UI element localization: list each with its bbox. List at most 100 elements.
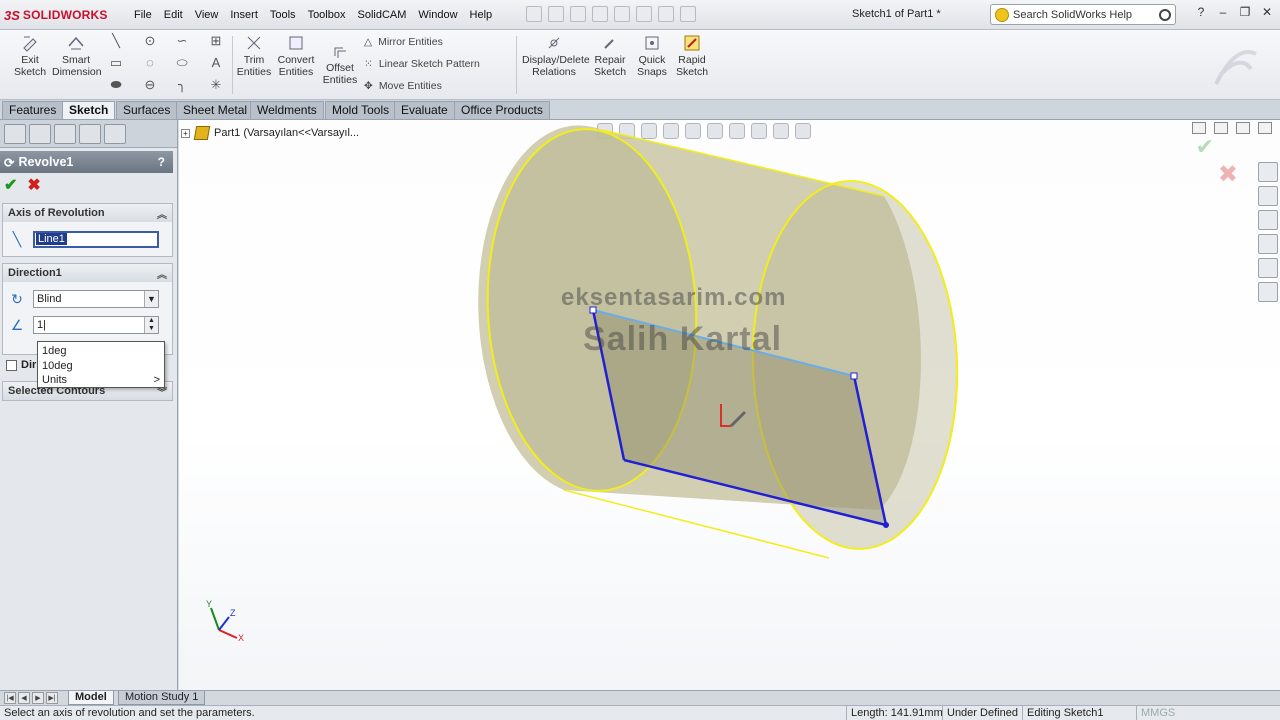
minimize-icon[interactable]: –: [1214, 5, 1232, 21]
open-icon[interactable]: [548, 6, 564, 22]
prev-tab-icon[interactable]: ◀: [18, 692, 30, 704]
line-tool-icon[interactable]: ╲: [108, 34, 124, 48]
menu-tools[interactable]: Tools: [264, 9, 302, 21]
print-icon[interactable]: [592, 6, 608, 22]
tab-sheet-metal[interactable]: Sheet Metal: [176, 101, 255, 119]
ok-cancel-row: ✔ ✖: [0, 173, 177, 197]
sketch-endpoint[interactable]: [850, 372, 858, 380]
tab-model[interactable]: Model: [68, 691, 114, 705]
quick-snaps-button[interactable]: Quick Snaps: [632, 34, 672, 78]
offset-label-1: Offset: [326, 62, 354, 74]
collapse-chevron-icon[interactable]: ︽: [157, 206, 167, 221]
reverse-direction-icon[interactable]: ↻: [7, 289, 27, 309]
property-manager-tab-icon[interactable]: [29, 124, 51, 144]
collapse-chevron-icon[interactable]: ︽: [157, 266, 167, 281]
direction2-checkbox[interactable]: [6, 359, 17, 371]
dimxpert-tab-icon[interactable]: [79, 124, 101, 144]
last-tab-icon[interactable]: ▶|: [46, 692, 58, 704]
menu-solidcam[interactable]: SolidCAM: [351, 9, 412, 21]
popup-item-10deg[interactable]: 10deg: [42, 359, 160, 374]
undo-icon[interactable]: [614, 6, 630, 22]
rapid-sketch-button[interactable]: Rapid Sketch: [672, 34, 712, 78]
grid-tool-icon[interactable]: ⊞: [208, 34, 224, 48]
tab-features[interactable]: Features: [2, 101, 64, 119]
circle-tool-icon[interactable]: ⊙: [142, 34, 158, 48]
axis-group-header[interactable]: Axis of Revolution ︽: [3, 204, 172, 222]
mirror-entities-button[interactable]: △ Mirror Entities: [364, 36, 443, 48]
help-question-icon[interactable]: ?: [1192, 5, 1210, 21]
tab-sketch[interactable]: Sketch: [62, 101, 116, 119]
text-tool-icon[interactable]: A: [208, 56, 224, 70]
convert-entities-button[interactable]: Convert Entities: [272, 34, 320, 78]
tab-motion-study[interactable]: Motion Study 1: [118, 691, 206, 705]
angle-input[interactable]: 1| ▲ ▼: [33, 316, 159, 334]
exit-sketch-button[interactable]: Exit Sketch: [6, 34, 54, 78]
save-icon[interactable]: [570, 6, 586, 22]
configuration-manager-tab-icon[interactable]: [54, 124, 76, 144]
cancel-x-icon[interactable]: ✖: [27, 175, 40, 195]
offset-entities-button[interactable]: Offset Entities: [316, 42, 364, 86]
sketch-vertex[interactable]: [883, 522, 889, 528]
angle-icon: ∠: [10, 316, 24, 333]
restore-icon[interactable]: ❐: [1236, 5, 1254, 21]
menu-insert[interactable]: Insert: [224, 9, 264, 21]
tab-office-products[interactable]: Office Products: [454, 101, 550, 119]
tab-evaluate[interactable]: Evaluate: [394, 101, 455, 119]
slot-tool-icon[interactable]: ⬬: [108, 78, 124, 92]
tab-mold-tools[interactable]: Mold Tools: [325, 101, 397, 119]
axis-selection-box[interactable]: Line1: [33, 230, 159, 248]
new-document-icon[interactable]: [526, 6, 542, 22]
chevron-down-icon[interactable]: ▼: [144, 291, 158, 307]
relations-label-1: Display/Delete: [522, 54, 590, 66]
move-entities-button[interactable]: ✥ Move Entities: [364, 80, 442, 92]
feature-manager-tab-icon[interactable]: [4, 124, 26, 144]
fillet-tool-icon[interactable]: ╮: [174, 78, 190, 92]
angle-spinner[interactable]: ▲ ▼: [144, 317, 158, 333]
display-manager-tab-icon[interactable]: [104, 124, 126, 144]
menu-window[interactable]: Window: [412, 9, 463, 21]
axis-of-revolution-group: Axis of Revolution ︽ ╲ Line1: [2, 203, 173, 257]
spline-tool-icon[interactable]: ∽: [174, 34, 190, 48]
menu-help[interactable]: Help: [464, 9, 499, 21]
help-button[interactable]: ?: [158, 155, 165, 169]
options-icon[interactable]: [680, 6, 696, 22]
search-input[interactable]: Search SolidWorks Help: [1013, 9, 1132, 21]
popup-item-units[interactable]: Units >: [42, 373, 160, 388]
direction1-header[interactable]: Direction1 ︽: [3, 264, 172, 282]
solidworks-logo[interactable]: 3S SOLIDWORKS: [4, 6, 122, 24]
document-title: Sketch1 of Part1 *: [852, 8, 941, 20]
smart-dimension-icon: [68, 36, 84, 50]
repair-sketch-icon: [604, 39, 614, 49]
menu-toolbox[interactable]: Toolbox: [302, 9, 352, 21]
trim-entities-button[interactable]: Trim Entities: [230, 34, 278, 78]
polygon-tool-icon[interactable]: ⊖: [142, 78, 158, 92]
rebuild-icon[interactable]: [658, 6, 674, 22]
menu-view[interactable]: View: [189, 9, 225, 21]
tab-surfaces[interactable]: Surfaces: [116, 101, 178, 119]
first-tab-icon[interactable]: |◀: [4, 692, 16, 704]
tab-weldments[interactable]: Weldments: [250, 101, 324, 119]
display-delete-relations-button[interactable]: Display/Delete Relations: [522, 34, 590, 78]
search-icon[interactable]: [1159, 8, 1171, 21]
point-tool-icon[interactable]: ✳: [208, 78, 224, 92]
repair-sketch-button[interactable]: Repair Sketch: [590, 34, 630, 78]
menu-edit[interactable]: Edit: [158, 9, 189, 21]
smart-dimension-label-2: Dimension: [52, 66, 102, 78]
status-units[interactable]: MMGS: [1136, 706, 1179, 720]
ok-check-icon[interactable]: ✔: [4, 175, 17, 195]
revolve-type-select[interactable]: Blind ▼: [33, 290, 159, 308]
linear-pattern-button[interactable]: ⁙ Linear Sketch Pattern: [364, 58, 480, 70]
smart-dimension-button[interactable]: Smart Dimension: [52, 34, 102, 78]
search-help-box[interactable]: Search SolidWorks Help: [990, 4, 1176, 25]
ellipse-tool-icon[interactable]: ⬭: [174, 56, 190, 70]
rapid-sketch-label-1: Rapid: [678, 54, 706, 66]
graphics-area[interactable]: + Part1 (Varsayılan<<Varsayıl... ✔ ✖ Y X…: [179, 120, 1280, 690]
popup-item-1deg[interactable]: 1deg: [42, 344, 160, 359]
close-icon[interactable]: ✕: [1258, 5, 1276, 21]
arc-tool-icon[interactable]: ◌: [142, 56, 158, 70]
convert-label-1: Convert: [277, 54, 315, 66]
select-icon[interactable]: [636, 6, 652, 22]
rectangle-tool-icon[interactable]: ▭: [108, 56, 124, 70]
menu-file[interactable]: File: [128, 9, 158, 21]
next-tab-icon[interactable]: ▶: [32, 692, 44, 704]
